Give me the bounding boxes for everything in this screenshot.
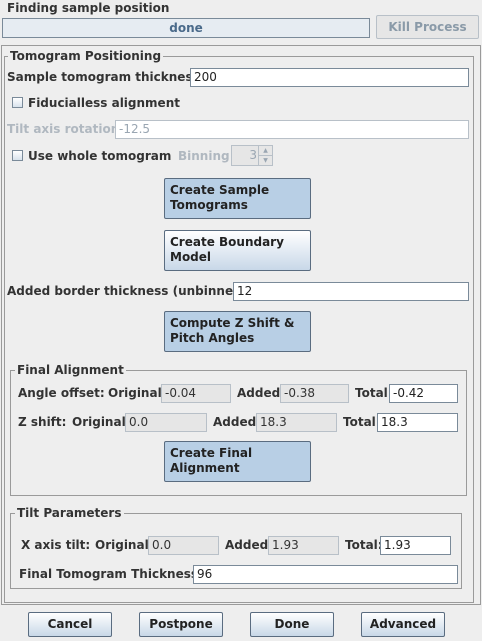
binning-value: 3 xyxy=(249,148,257,162)
binning-label: Binning xyxy=(178,149,230,163)
x-original-label: Original: xyxy=(95,538,154,552)
sample-thickness-field[interactable]: 200 xyxy=(190,68,469,87)
x-original-field: 0.0 xyxy=(148,536,219,555)
x-added-field: 1.93 xyxy=(268,536,339,555)
border-thickness-field[interactable]: 12 xyxy=(233,282,469,301)
z-total-field[interactable]: 18.3 xyxy=(377,413,458,432)
cancel-button[interactable]: Cancel xyxy=(28,612,112,637)
z-shift-label: Z shift: xyxy=(18,415,67,429)
whole-tomogram-label: Use whole tomogram xyxy=(28,149,172,163)
border-thickness-label: Added border thickness (unbinned): xyxy=(7,284,252,298)
kill-process-button[interactable]: Kill Process xyxy=(376,15,479,39)
fiducialless-label: Fiducialless alignment xyxy=(28,96,180,110)
binning-spinner[interactable]: 3 ▲ ▼ xyxy=(231,145,273,166)
create-final-alignment-button[interactable]: Create Final Alignment xyxy=(164,441,311,482)
tilt-axis-label: Tilt axis rotation: xyxy=(7,122,125,136)
z-original-field: 0.0 xyxy=(125,413,207,432)
angle-offset-label: Angle offset: xyxy=(18,386,105,400)
angle-original-field: -0.04 xyxy=(161,384,231,403)
postpone-button[interactable]: Postpone xyxy=(139,612,223,637)
done-button[interactable]: Done xyxy=(250,612,334,637)
x-total-label: Total: xyxy=(345,538,383,552)
spinner-up-button[interactable]: ▲ xyxy=(258,146,272,156)
angle-added-label: Added: xyxy=(237,386,285,400)
status-title: Finding sample position xyxy=(7,1,170,15)
whole-tomogram-checkbox[interactable] xyxy=(12,150,23,161)
create-sample-tomograms-button[interactable]: Create Sample Tomograms xyxy=(164,178,311,219)
z-added-label: Added: xyxy=(213,415,261,429)
z-added-field: 18.3 xyxy=(256,413,337,432)
x-added-label: Added: xyxy=(225,538,273,552)
angle-total-label: Total: xyxy=(355,386,393,400)
z-original-label: Original: xyxy=(72,415,131,429)
progress-text: done xyxy=(169,21,203,35)
tilt-parameters-title: Tilt Parameters xyxy=(15,506,124,520)
create-boundary-model-button[interactable]: Create Boundary Model xyxy=(164,230,311,271)
advanced-button[interactable]: Advanced xyxy=(361,612,445,637)
z-total-label: Total: xyxy=(343,415,381,429)
final-thickness-label: Final Tomogram Thickness: xyxy=(19,567,203,581)
fiducialless-checkbox[interactable] xyxy=(12,97,23,108)
tomogram-positioning-title: Tomogram Positioning xyxy=(8,49,164,63)
angle-added-field: -0.38 xyxy=(280,384,349,403)
spinner-down-button[interactable]: ▼ xyxy=(258,156,272,165)
angle-original-label: Original: xyxy=(108,386,167,400)
x-total-field[interactable]: 1.93 xyxy=(380,536,451,555)
x-axis-tilt-label: X axis tilt: xyxy=(21,538,91,552)
compute-z-shift-button[interactable]: Compute Z Shift & Pitch Angles xyxy=(164,311,311,352)
sample-thickness-label: Sample tomogram thickness: xyxy=(7,70,205,84)
final-alignment-title: Final Alignment xyxy=(15,363,126,377)
tilt-axis-field[interactable]: -12.5 xyxy=(115,120,469,139)
final-thickness-field[interactable]: 96 xyxy=(193,565,458,584)
progress-bar: done xyxy=(2,18,370,38)
angle-total-field[interactable]: -0.42 xyxy=(389,384,458,403)
